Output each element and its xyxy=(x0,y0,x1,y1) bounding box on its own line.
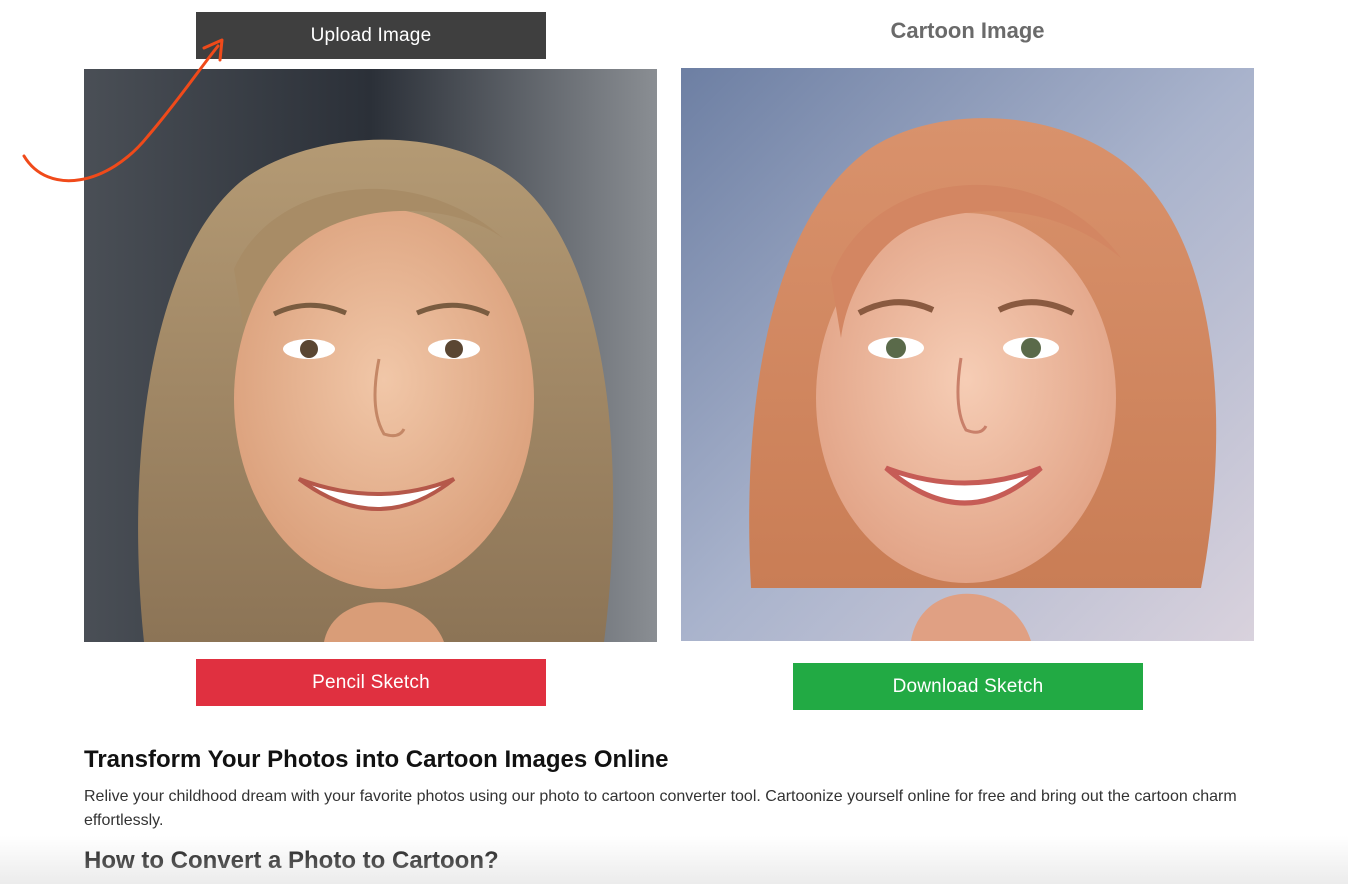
download-sketch-label: Download Sketch xyxy=(892,675,1044,697)
upload-image-label: Upload Image xyxy=(310,24,432,46)
intro-paragraph: Relive your childhood dream with your fa… xyxy=(84,788,1237,829)
pencil-sketch-button[interactable]: Pencil Sketch xyxy=(196,659,546,706)
download-sketch-button[interactable]: Download Sketch xyxy=(793,663,1143,710)
cartoon-photo xyxy=(681,68,1254,641)
page: Upload Image Cartoon Image Pencil Sketch… xyxy=(0,0,1348,884)
upload-image-button[interactable]: Upload Image xyxy=(196,12,546,59)
cartoon-image-title: Cartoon Image xyxy=(890,18,1045,43)
pencil-sketch-label: Pencil Sketch xyxy=(312,671,430,693)
transform-heading: Transform Your Photos into Cartoon Image… xyxy=(84,746,669,773)
how-to-heading: How to Convert a Photo to Cartoon? xyxy=(84,847,499,874)
curved-arrow-icon xyxy=(22,38,224,183)
